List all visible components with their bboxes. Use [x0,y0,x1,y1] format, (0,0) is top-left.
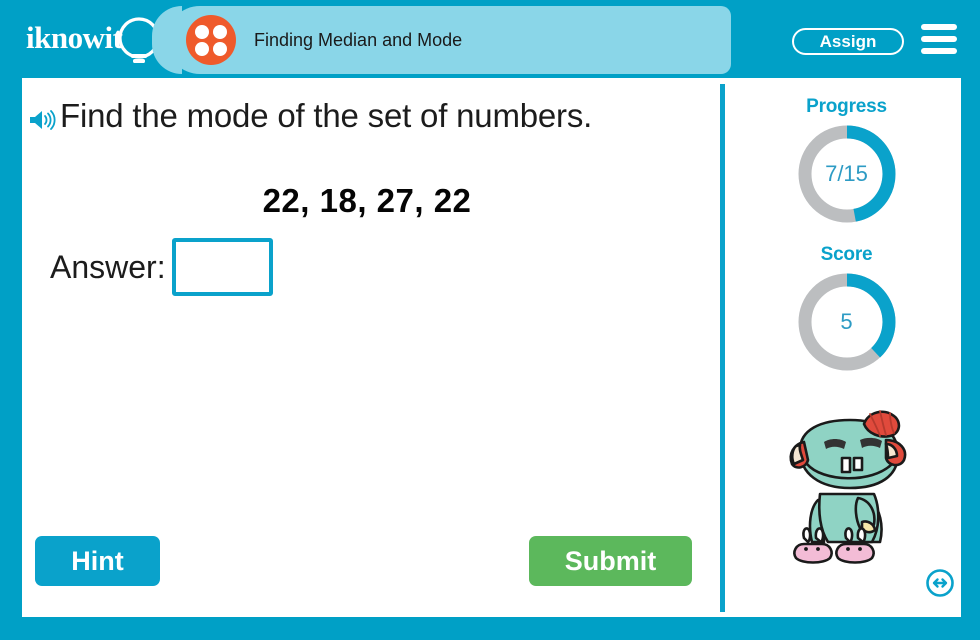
hamburger-menu-icon[interactable] [921,24,957,55]
score-value: 5 [840,309,853,334]
topic-tab[interactable]: Finding Median and Mode [152,6,731,74]
brand-logo[interactable]: iknowit [26,14,166,66]
resize-horizontal-arrows-icon[interactable] [925,568,955,598]
content-sidebar-divider [720,84,725,612]
progress-value: 7/15 [825,161,868,186]
answer-label: Answer: [50,248,166,285]
progress-ring: 7/15 [795,122,899,226]
topic-title: Finding Median and Mode [254,29,463,50]
app-window: iknowit Finding Median and Mode Assign F… [0,0,980,640]
frame-right-border [961,0,980,640]
number-set: 22, 18, 27, 22 [262,182,472,219]
sidebar: Progress 7/15 Score 5 [732,78,961,617]
submit-button[interactable]: Submit [529,536,692,586]
app-header: iknowit Finding Median and Mode Assign [0,0,980,78]
monster-mascot-character [774,408,924,578]
score-ring: 5 [795,270,899,374]
answer-input[interactable] [171,238,273,296]
assign-button[interactable]: Assign [792,28,904,55]
hint-button[interactable]: Hint [35,536,160,586]
frame-bottom-border [0,617,980,640]
brand-logo-text: iknowit [26,20,123,55]
score-label: Score [820,244,873,265]
score-block: Score 5 [732,244,961,374]
speaker-audio-icon[interactable] [28,108,56,137]
question-prompt-text: Find the mode of the set of numbers. [60,97,593,134]
question-prompt-row: Find the mode of the set of numbers. [28,96,592,137]
four-dots-circle-icon [186,15,236,65]
content-area: Find the mode of the set of numbers. 22,… [22,78,961,617]
frame-left-border [0,0,22,640]
answer-row: Answer: [50,238,273,296]
progress-block: Progress 7/15 [732,96,961,226]
progress-label: Progress [806,96,887,117]
